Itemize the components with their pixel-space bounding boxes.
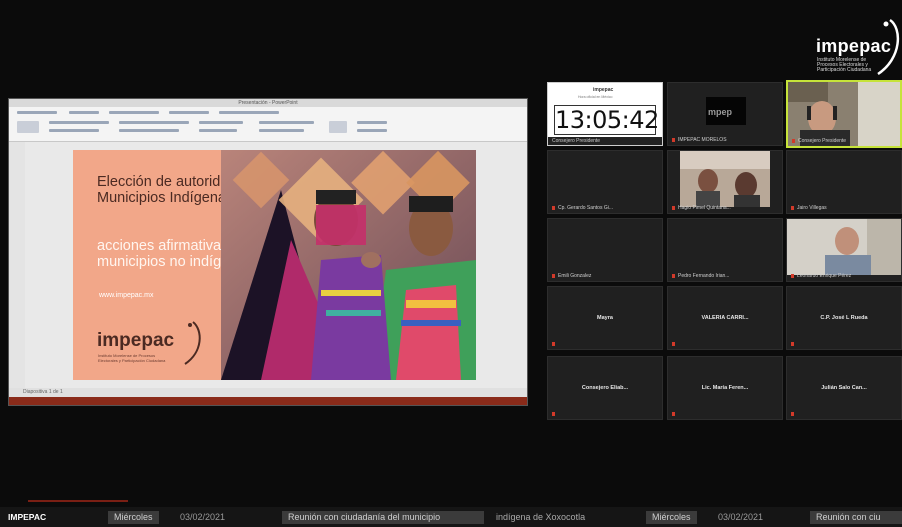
brand-logo: impepac Instituto Morelense de Procesos … (812, 14, 902, 76)
video-tile-impepac[interactable]: mpep IMPEPAC MORELOS (667, 82, 783, 146)
video-tile[interactable]: Emili Gonzalez (547, 218, 663, 282)
brand-swoosh-icon (877, 18, 900, 76)
video-tile-label: Julián Salo Can... (821, 385, 867, 391)
video-tile-active-speaker[interactable]: Consejero Presidente (786, 80, 902, 148)
ppt-ribbon[interactable] (9, 107, 527, 142)
ticker-message-continued: indígena de Xoxocotla (496, 512, 586, 522)
video-tile-name: Pedro Fernando Irian... (672, 273, 729, 279)
clock-subtitle: Hora oficial en México (578, 95, 613, 99)
mic-off-icon (791, 342, 794, 346)
clock-name-bar: Consejero Presidente (548, 137, 662, 145)
ppt-status-bar: Diapositiva 1 de 1 (9, 388, 527, 397)
slide-logo: impepac Instituto Morelense de Procesos … (97, 320, 207, 370)
ticker-day-repeat: Miércoles (646, 511, 697, 524)
ticker-accent-line (28, 500, 128, 502)
mic-off-icon (672, 412, 675, 416)
clock-brand: impepac (593, 87, 614, 93)
video-tile[interactable]: Lic. María Feren... (667, 356, 783, 420)
video-tile[interactable]: C.P. José L Rueda (786, 286, 902, 350)
brand-logo-subtitle: Instituto Morelense de Procesos Electora… (817, 57, 872, 73)
video-tile-label: Lic. María Feren... (701, 385, 749, 391)
ticker-logo: IMPEPAC (8, 512, 47, 522)
ppt-window-title: Presentación - PowerPoint (9, 99, 527, 107)
clock-time: 13:05:42 (554, 105, 659, 135)
video-tile-name: Leonardo Enrique Pérez (791, 273, 851, 279)
video-tile-name: Cp. Gerardo Santos Gi... (552, 205, 613, 211)
participant-video-feed (787, 219, 901, 275)
ppt-thumbnail-pane[interactable] (9, 142, 26, 388)
ticker-message-repeat: Reunión con ciu (810, 511, 902, 524)
video-tile[interactable]: Julián Salo Can... (786, 356, 902, 420)
video-tile-name: Jairo Villegas (791, 205, 827, 211)
mic-off-icon (552, 412, 555, 416)
mic-off-icon (552, 342, 555, 346)
slide-url: www.impepac.mx (99, 292, 154, 299)
presentation-slide: Elección de autoridades en Municipios In… (73, 150, 476, 380)
slide-logo-subtitle: Instituto Morelense de Procesos Electora… (98, 353, 166, 363)
participant-video-feed (680, 151, 770, 207)
video-tile[interactable]: VALERIA CARRI... (667, 286, 783, 350)
video-tile-name: Consejero Presidente (792, 138, 846, 144)
mic-off-icon (672, 342, 675, 346)
ticker-date: 03/02/2021 (180, 512, 226, 522)
video-tile-name: IMPEPAC MORELOS (672, 137, 727, 143)
slide-swoosh-icon (184, 321, 201, 365)
video-tile-camera[interactable]: Hagio Pimel Quintana... (667, 150, 783, 214)
video-tile-label: VALERIA CARRI... (701, 315, 749, 321)
clock-tile-name: Consejero Presidente (552, 138, 601, 144)
video-tile-name: Emili Gonzalez (552, 273, 591, 279)
mic-off-icon (791, 412, 794, 416)
video-tile-name: Hagio Pimel Quintana... (672, 205, 731, 211)
video-tile[interactable]: Jairo Villegas (786, 150, 902, 214)
video-tile[interactable]: Consejero Eliab... (547, 356, 663, 420)
video-tile[interactable]: Pedro Fernando Irian... (667, 218, 783, 282)
video-tile[interactable]: Mayra (547, 286, 663, 350)
slide-logo-word: impepac (97, 330, 175, 351)
slide-photo-women-traditional-dress (221, 150, 476, 380)
clock-tile[interactable]: impepac Hora oficial en México 13:05:42 … (547, 82, 663, 146)
video-tile-label: Consejero Eliab... (581, 385, 629, 391)
video-tile-label: C.P. José L Rueda (820, 315, 868, 321)
video-tile-camera[interactable]: Leonardo Enrique Pérez (786, 218, 902, 282)
video-tile-label: Mayra (597, 315, 613, 321)
ticker-message: Reunión con ciudadanía del municipio (282, 511, 484, 524)
ticker-day: Miércoles (108, 511, 159, 524)
news-ticker: IMPEPAC Miércoles 03/02/2021 Reunión con… (0, 507, 902, 527)
video-tile[interactable]: Cp. Gerardo Santos Gi... (547, 150, 663, 214)
impepac-tile-logo: mpep (708, 107, 733, 117)
ppt-taskbar (9, 397, 527, 405)
speaker-video-feed (788, 82, 900, 146)
ticker-date-repeat: 03/02/2021 (718, 512, 764, 522)
